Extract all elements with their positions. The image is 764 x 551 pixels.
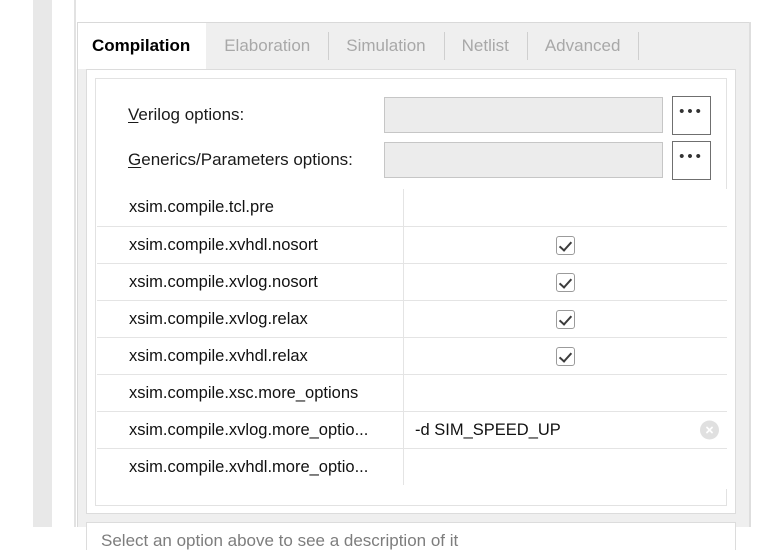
property-value-cell[interactable]: -d SIM_SPEED_UP [403, 412, 727, 448]
verilog-options-label: Verilog options: [128, 105, 244, 125]
compilation-inner-panel: Verilog options: ••• Generics/Parameters… [95, 78, 727, 506]
verilog-options-row: Verilog options: ••• [96, 92, 728, 138]
property-value-cell[interactable] [403, 264, 727, 300]
property-name-cell: xsim.compile.xvlog.nosort [129, 272, 318, 291]
tab-elaboration-label: Elaboration [224, 36, 311, 55]
table-row[interactable]: xsim.compile.xvhdl.nosort [97, 226, 727, 263]
checkbox-icon[interactable] [555, 346, 575, 366]
checkbox-icon[interactable] [555, 272, 575, 292]
verilog-options-input[interactable] [384, 97, 663, 133]
checkbox-icon[interactable] [555, 235, 575, 255]
verilog-options-label-rest: erilog options: [138, 105, 245, 124]
table-row[interactable]: xsim.compile.xvhdl.relax [97, 337, 727, 374]
clear-value-icon[interactable] [700, 420, 719, 440]
tab-advanced[interactable]: Advanced [526, 23, 639, 69]
property-name-cell: xsim.compile.xvhdl.nosort [129, 235, 318, 254]
tab-strip-filler [638, 23, 752, 69]
property-name-cell: xsim.compile.xsc.more_options [129, 383, 359, 402]
property-name-cell: xsim.compile.xvlog.relax [129, 309, 308, 328]
left-splitter-band[interactable] [33, 0, 52, 527]
property-name-cell: xsim.compile.xvlog.more_optio... [129, 420, 369, 439]
table-row[interactable]: xsim.compile.xsc.more_options [97, 374, 727, 411]
tab-netlist[interactable]: Netlist [443, 23, 527, 69]
table-row[interactable]: xsim.compile.tcl.pre [97, 189, 727, 226]
ellipsis-icon: ••• [679, 147, 704, 165]
property-value-cell[interactable] [403, 375, 727, 411]
properties-table[interactable]: xsim.compile.tcl.pre xsim.compile.xvhdl.n… [97, 189, 727, 489]
tab-netlist-label: Netlist [461, 36, 509, 55]
generics-options-input[interactable] [384, 142, 663, 178]
property-value-cell[interactable] [403, 227, 727, 263]
table-row[interactable]: xsim.compile.xvlog.nosort [97, 263, 727, 300]
compilation-tab-content: Verilog options: ••• Generics/Parameters… [86, 69, 736, 514]
property-value-cell[interactable] [403, 189, 727, 226]
property-name-cell: xsim.compile.xvhdl.more_optio... [129, 457, 369, 476]
property-value-cell[interactable] [403, 301, 727, 337]
tab-simulation[interactable]: Simulation [328, 23, 443, 69]
generics-options-row: Generics/Parameters options: ••• [96, 137, 728, 183]
checkbox-icon[interactable] [555, 309, 575, 329]
options-tab-panel: Compilation Elaboration Simulation Netli… [77, 22, 752, 550]
property-value-text: -d SIM_SPEED_UP [415, 420, 561, 439]
generics-options-label: Generics/Parameters options: [128, 150, 353, 170]
property-name-cell: xsim.compile.tcl.pre [129, 198, 274, 216]
verilog-options-browse-button[interactable]: ••• [672, 95, 711, 135]
table-row[interactable]: xsim.compile.xvlog.more_optio... -d SIM_S… [97, 411, 727, 448]
panel-right-edge [749, 22, 751, 527]
generics-options-label-accel: G [128, 150, 142, 169]
tab-strip: Compilation Elaboration Simulation Netli… [78, 23, 752, 69]
table-row[interactable]: xsim.compile.xvlog.relax [97, 300, 727, 337]
screenshot-root: Compilation Elaboration Simulation Netli… [0, 0, 764, 550]
table-row[interactable]: xsim.compile.xvhdl.more_optio... [97, 448, 727, 485]
left-splitter-line[interactable] [74, 0, 76, 527]
property-name-cell: xsim.compile.xvhdl.relax [129, 346, 308, 365]
property-value-cell[interactable] [403, 338, 727, 374]
generics-options-label-rest: enerics/Parameters options: [141, 150, 353, 169]
generics-options-browse-button[interactable]: ••• [672, 140, 711, 180]
ellipsis-icon: ••• [679, 102, 704, 120]
property-value-cell[interactable] [403, 449, 727, 485]
verilog-options-label-accel: V [128, 105, 139, 124]
tab-elaboration[interactable]: Elaboration [206, 23, 328, 69]
tab-simulation-label: Simulation [346, 36, 426, 55]
description-text: Select an option above to see a descript… [101, 531, 459, 550]
description-panel: Select an option above to see a descript… [86, 522, 736, 550]
tab-compilation-label: Compilation [92, 36, 191, 55]
tab-advanced-label: Advanced [544, 36, 621, 55]
tab-compilation[interactable]: Compilation [78, 23, 207, 69]
